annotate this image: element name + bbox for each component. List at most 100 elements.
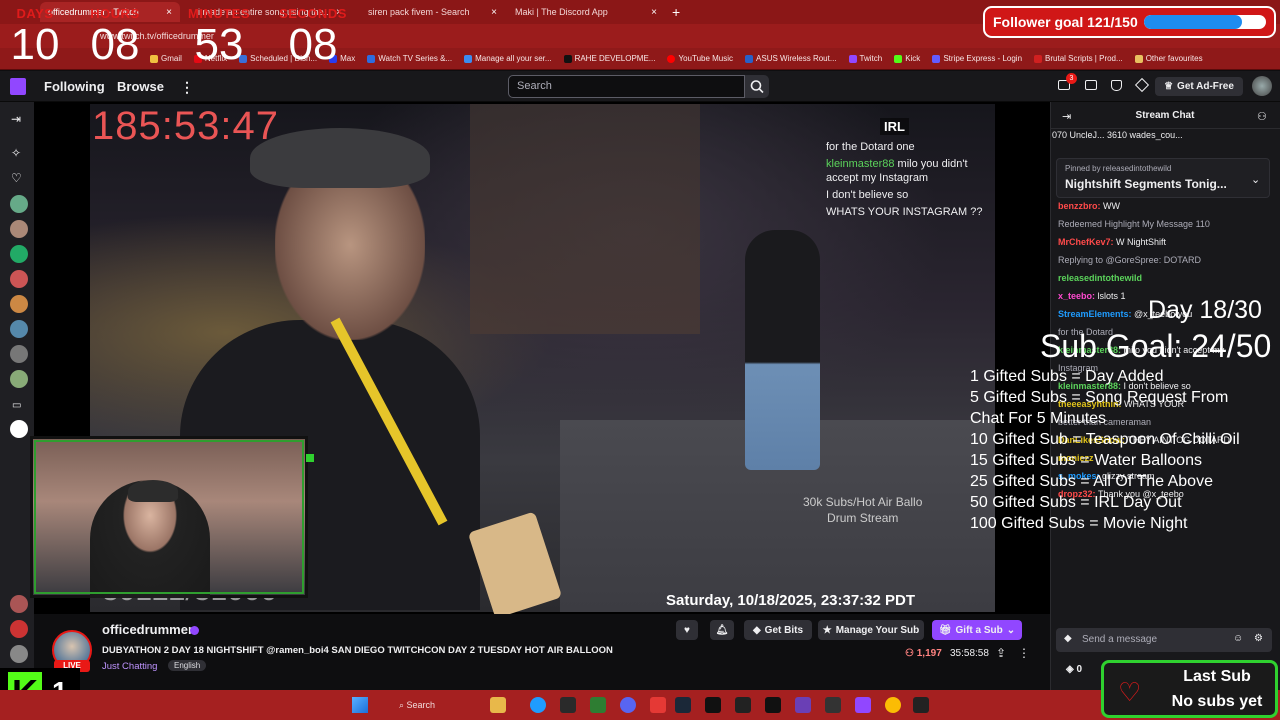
sidebar-channel-avatar[interactable] xyxy=(10,220,28,238)
new-tab-button[interactable]: + xyxy=(672,4,680,20)
whispers-icon[interactable] xyxy=(1111,80,1122,91)
sidebar-channel-avatar[interactable] xyxy=(10,420,28,438)
app-icon[interactable] xyxy=(705,697,721,713)
sidebar-channel-avatar[interactable] xyxy=(10,320,28,338)
user-avatar[interactable] xyxy=(1252,76,1272,96)
bookmark-brutal[interactable]: Brutal Scripts | Prod... xyxy=(1034,54,1123,63)
sidebar-channel-avatar[interactable] xyxy=(10,295,28,313)
sidebar-channel-avatar[interactable] xyxy=(10,645,28,663)
chevron-down-icon[interactable]: ⌄ xyxy=(1251,173,1260,186)
sidebar-channel-avatar[interactable] xyxy=(10,195,28,213)
nav-browse[interactable]: Browse xyxy=(117,79,164,94)
close-tab-icon[interactable]: × xyxy=(651,7,657,18)
steam-icon[interactable] xyxy=(675,697,691,713)
app-icon[interactable] xyxy=(735,697,751,713)
get-bits-button[interactable]: ◆ Get Bits xyxy=(744,620,812,640)
bookmark-twitch[interactable]: Twitch xyxy=(848,54,882,63)
discord-icon[interactable] xyxy=(620,697,636,713)
windows-taskbar xyxy=(0,690,1280,720)
edge-icon[interactable] xyxy=(530,697,546,713)
bookmark-kick[interactable]: Kick xyxy=(894,54,920,63)
seconds-label: SECONDS xyxy=(279,6,347,21)
bits-icon[interactable]: ◆ xyxy=(1064,633,1072,644)
tab-discord[interactable]: Maki | The Discord App × xyxy=(507,2,665,22)
bookmark-stripe[interactable]: Stripe Express - Login xyxy=(932,54,1022,63)
language-tag[interactable]: English xyxy=(168,660,207,671)
taskbar-search[interactable]: ⌕ Search xyxy=(395,697,485,713)
minutes-label: MINUTES xyxy=(188,6,250,21)
app-icon[interactable] xyxy=(590,697,606,713)
chat-username[interactable]: releasedintothewild xyxy=(1058,273,1142,283)
more-menu-icon[interactable]: ⋮ xyxy=(180,79,194,96)
bookmark-rahe[interactable]: RAHE DEVELOPME... xyxy=(563,54,655,63)
search-input[interactable]: Search xyxy=(508,75,745,98)
chat-username[interactable]: MrChefKev7: xyxy=(1058,237,1116,247)
perk-line: 25 Gifted Subs = All Of The Above xyxy=(970,473,1213,490)
bookmark-asus[interactable]: ASUS Wireless Rout... xyxy=(745,54,837,63)
app-icon[interactable] xyxy=(650,697,666,713)
subathon-countdown: DAYS 10 HOURS 08 MINUTES 53 SECONDS 08 xyxy=(0,0,360,72)
video-icon[interactable]: ▭ xyxy=(12,400,21,411)
expand-sidebar-icon[interactable]: ⇥ xyxy=(11,112,21,126)
gift-sub-button[interactable]: 🎁︎ Gift a Sub ⌄ xyxy=(932,620,1022,640)
viewer-count: ⚇ 1,197 xyxy=(905,648,942,659)
windows-start-icon[interactable] xyxy=(352,697,368,713)
gifted-sub-perks: 1 Gifted Subs = Day Added 5 Gifted Subs =… xyxy=(970,366,1240,534)
follow-heart-button[interactable]: ♥ xyxy=(676,620,698,640)
perk-line: 10 Gifted Sub = Teaspoon Of Chilli Oil xyxy=(970,431,1240,448)
twitch-icon[interactable] xyxy=(855,697,871,713)
channel-points[interactable]: ◈ 0 xyxy=(1066,664,1082,675)
irl-logo: IRL xyxy=(880,118,909,135)
bookmark-other[interactable]: Other favourites xyxy=(1134,54,1203,63)
emote-picker-icon[interactable]: ☺ xyxy=(1233,633,1243,644)
perk-line: 50 Gifted Subs = IRL Day Out xyxy=(970,494,1182,511)
tab-siren[interactable]: siren pack fivem - Search × xyxy=(360,2,505,22)
twitch-logo-icon[interactable] xyxy=(10,78,26,95)
chat-username[interactable]: StreamElements: xyxy=(1058,309,1134,319)
chat-username[interactable]: x_teebo: xyxy=(1058,291,1098,301)
chat-message: Redeemed Highlight My Message 110 xyxy=(1058,218,1276,230)
close-tab-icon[interactable]: × xyxy=(491,7,497,18)
sidebar-channel-avatar[interactable] xyxy=(10,370,28,388)
note-line: Drum Stream xyxy=(827,511,899,525)
get-ad-free-button[interactable]: ♕ Get Ad-Free xyxy=(1155,77,1243,96)
inbox-icon[interactable] xyxy=(1085,80,1097,90)
bookmark-manage[interactable]: Manage all your ser... xyxy=(464,54,552,63)
app-icon[interactable] xyxy=(825,697,841,713)
overlay-chat-line: for the Dotard one xyxy=(826,141,915,153)
app-icon[interactable] xyxy=(560,697,576,713)
follower-goal-fill xyxy=(1143,15,1243,29)
nav-following[interactable]: Following xyxy=(44,79,105,94)
channel-name[interactable]: officedrummer xyxy=(102,622,193,637)
share-icon[interactable]: ⇪ xyxy=(996,646,1006,660)
search-icon xyxy=(750,80,764,94)
sidebar-channel-avatar[interactable] xyxy=(10,595,28,613)
sidebar-channel-avatar[interactable] xyxy=(10,245,28,263)
more-options-icon[interactable]: ⋮ xyxy=(1018,646,1030,660)
chat-username[interactable]: benzzbro: xyxy=(1058,201,1103,211)
app-icon[interactable] xyxy=(795,697,811,713)
app-icon[interactable] xyxy=(765,697,781,713)
follower-goal-label: Follower goal 121/150 xyxy=(993,14,1138,30)
bookmark-youtube-music[interactable]: YouTube Music xyxy=(667,54,733,63)
manage-sub-button[interactable]: ★ Manage Your Sub xyxy=(818,620,924,640)
chrome-icon[interactable] xyxy=(885,697,901,713)
follower-goal-bar xyxy=(1143,15,1266,29)
following-icon[interactable]: ✧ xyxy=(11,146,21,160)
sidebar-channel-avatar[interactable] xyxy=(10,620,28,638)
settings-gear-icon[interactable]: ⚙ xyxy=(1254,633,1263,644)
sidebar-channel-avatar[interactable] xyxy=(10,345,28,363)
notifications-bell-button[interactable]: 🔔︎ xyxy=(710,620,734,640)
bookmark-watchtv[interactable]: Watch TV Series &... xyxy=(367,54,452,63)
file-explorer-icon[interactable] xyxy=(490,697,506,713)
pinned-message[interactable]: Pinned by releasedintothewild Nightshift… xyxy=(1056,158,1270,198)
points-icon: ◈ xyxy=(1066,664,1077,675)
chat-users-icon[interactable]: ⚇ xyxy=(1257,110,1267,123)
app-icon[interactable] xyxy=(913,697,929,713)
sub-goal: Sub Goal: 24/50 xyxy=(1040,328,1272,364)
sidebar-channel-avatar[interactable] xyxy=(10,270,28,288)
heart-icon[interactable]: ♡ xyxy=(11,171,22,185)
collapse-chat-icon[interactable]: ⇥ xyxy=(1062,110,1071,123)
stream-category[interactable]: Just Chatting xyxy=(102,661,157,672)
search-button[interactable] xyxy=(745,75,769,98)
